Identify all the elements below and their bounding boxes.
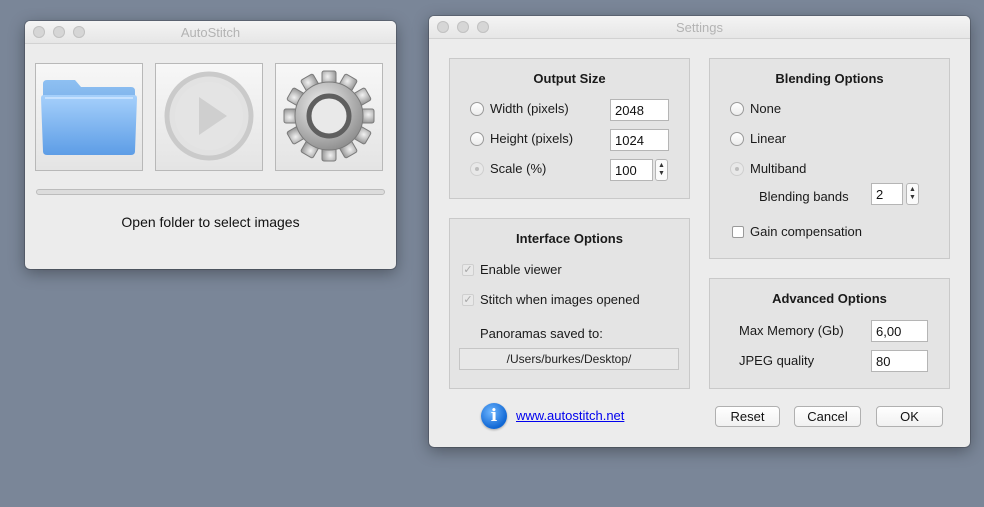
blending-bands-text: Blending bands [759,189,849,204]
scale-stepper[interactable]: ▲ ▼ [655,159,668,181]
autostitch-window: AutoStitch Open folder to select images [25,21,396,269]
blend-none-label: None [750,101,782,116]
enable-viewer-checkbox[interactable]: ✓ [462,263,474,276]
max-memory-label: Max Memory (Gb) [739,323,844,338]
jpeg-quality-text: JPEG quality [739,353,815,368]
stitch-when-opened-checkbox[interactable]: ✓ [462,293,474,306]
width-radio-row[interactable]: Width (pixels) [470,101,569,116]
blend-linear-row[interactable]: Linear [730,131,786,146]
group-title: Blending Options [775,71,884,86]
ok-button[interactable]: OK [876,406,943,427]
settings-window: Settings Output Size Width (pixels) 2048… [429,16,970,447]
group-title: Output Size [533,71,606,86]
jpeg-quality-label: JPEG quality [739,353,814,368]
stitch-when-opened-label: Stitch when images opened [480,292,640,307]
stitch-play-button[interactable] [155,63,263,171]
panoramas-saved-text: Panoramas saved to: [480,326,603,341]
height-radio-row[interactable]: Height (pixels) [470,131,573,146]
blend-linear-radio[interactable] [730,131,744,146]
max-memory-input[interactable]: 6,00 [871,320,928,342]
height-input[interactable]: 1024 [610,129,669,151]
max-memory-text: Max Memory (Gb) [739,323,844,338]
blend-multiband-radio[interactable] [730,161,744,176]
panoramas-saved-label: Panoramas saved to: [480,326,603,341]
scale-label: Scale (%) [490,161,547,176]
window-title: AutoStitch [180,25,241,40]
output-size-group: Output Size Width (pixels) 2048 Height (… [449,58,690,199]
blend-none-radio[interactable] [730,101,744,116]
blending-bands-label: Blending bands [759,189,849,204]
blend-linear-label: Linear [750,131,787,146]
interface-options-group: Interface Options ✓ Enable viewer ✓ Stit… [449,218,690,389]
autostitch-titlebar[interactable]: AutoStitch [25,21,396,44]
blend-multiband-label: Multiband [750,161,807,176]
stitch-progress-bar [36,189,385,195]
open-folder-button[interactable] [35,63,143,171]
info-icon: i [481,403,507,429]
height-label: Height (pixels) [490,131,574,146]
gain-compensation-checkbox[interactable] [732,225,744,238]
cancel-button[interactable]: Cancel [794,406,861,427]
scale-input[interactable]: 100 [610,159,653,181]
advanced-options-group: Advanced Options Max Memory (Gb) 6,00 JP… [709,278,950,389]
window-title: Settings [676,20,723,35]
chevron-down-icon[interactable]: ▼ [909,194,916,202]
blending-bands-stepper[interactable]: ▲ ▼ [906,183,919,205]
group-title: Interface Options [516,231,623,246]
group-title: Advanced Options [772,291,887,306]
enable-viewer-label: Enable viewer [480,262,562,277]
scale-radio-row[interactable]: Scale (%) [470,161,546,176]
play-icon [163,70,255,165]
blending-options-group: Blending Options None Linear Multiband B… [709,58,950,259]
settings-button[interactable] [275,63,383,171]
gear-icon [281,68,377,167]
chevron-up-icon[interactable]: ▲ [658,162,665,170]
width-input[interactable]: 2048 [610,99,669,121]
jpeg-quality-input[interactable]: 80 [871,350,928,372]
save-path-field[interactable]: /Users/burkes/Desktop/ [459,348,679,370]
status-text: Open folder to select images [121,214,300,230]
enable-viewer-row[interactable]: ✓ Enable viewer [462,262,562,277]
reset-button[interactable]: Reset [715,406,780,427]
stitch-when-opened-row[interactable]: ✓ Stitch when images opened [462,292,640,307]
gain-compensation-row[interactable]: Gain compensation [732,224,862,239]
autostitch-website-link[interactable]: www.autostitch.net [516,408,624,423]
settings-titlebar[interactable]: Settings [429,16,970,39]
blending-bands-input[interactable]: 2 [871,183,903,205]
width-radio[interactable] [470,101,484,116]
folder-icon [39,74,139,161]
scale-radio[interactable] [470,161,484,176]
blend-none-row[interactable]: None [730,101,781,116]
width-label: Width (pixels) [490,101,569,116]
height-radio[interactable] [470,131,484,146]
blend-multiband-row[interactable]: Multiband [730,161,806,176]
chevron-down-icon[interactable]: ▼ [658,170,665,178]
chevron-up-icon[interactable]: ▲ [909,186,916,194]
gain-compensation-label: Gain compensation [750,224,863,239]
